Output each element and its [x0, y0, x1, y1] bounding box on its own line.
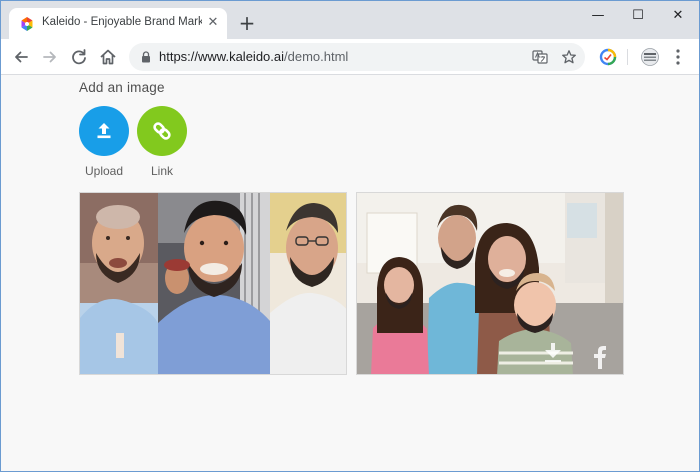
family-photo[interactable] [356, 192, 624, 375]
profile-icon[interactable] [641, 48, 659, 66]
back-icon[interactable] [10, 46, 32, 68]
home-icon[interactable] [97, 46, 119, 68]
browser-tab[interactable]: Kaleido - Enjoyable Brand Marke ✕ [9, 8, 227, 39]
forward-icon[interactable] [39, 46, 61, 68]
kaleido-favicon-icon [21, 17, 33, 31]
page-heading: Add an image [79, 80, 165, 95]
upload-button[interactable] [79, 106, 129, 156]
men-group-image [80, 193, 346, 374]
close-window-button[interactable]: ✕ [656, 5, 699, 27]
new-tab-button[interactable]: + [237, 13, 257, 33]
star-icon[interactable] [561, 49, 577, 65]
translate-icon[interactable] [532, 49, 548, 65]
url-path: /demo.html [284, 49, 349, 64]
upload-icon [97, 123, 111, 139]
tab-title: Kaleido - Enjoyable Brand Marke [42, 16, 202, 28]
menu-icon[interactable] [671, 47, 685, 67]
lock-icon[interactable] [141, 51, 151, 63]
toolbar-divider [627, 49, 628, 65]
address-bar[interactable]: https://www.kaleido.ai/demo.html [129, 43, 585, 71]
url-text[interactable]: https://www.kaleido.ai/demo.html [159, 49, 348, 64]
upload-label[interactable]: Upload [74, 164, 134, 178]
link-label[interactable]: Link [132, 164, 192, 178]
link-button[interactable] [137, 106, 187, 156]
page-content: Add an image Upload Link [1, 76, 699, 471]
reload-icon[interactable] [68, 46, 90, 68]
extension-icon[interactable] [599, 48, 617, 66]
link-icon [153, 122, 171, 140]
tab-strip: Kaleido - Enjoyable Brand Marke ✕ + — ☐ … [1, 1, 699, 39]
minimize-button[interactable]: — [576, 5, 620, 27]
maximize-button[interactable]: ☐ [616, 5, 660, 27]
tab-close-icon[interactable]: ✕ [206, 16, 220, 30]
men-group-photo[interactable] [79, 192, 347, 375]
browser-toolbar: https://www.kaleido.ai/demo.html [1, 39, 699, 75]
url-base: https://www.kaleido.ai [159, 49, 285, 64]
browser-window: Kaleido - Enjoyable Brand Marke ✕ + — ☐ … [0, 0, 700, 472]
family-image [357, 193, 623, 374]
